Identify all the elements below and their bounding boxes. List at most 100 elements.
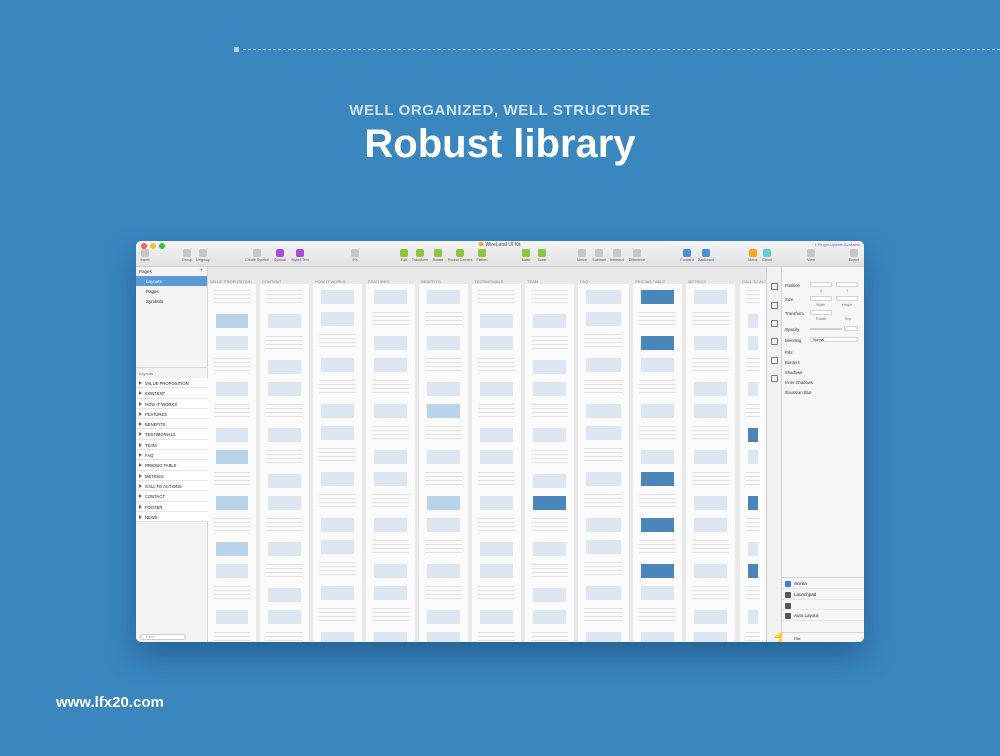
layout-block <box>427 496 460 510</box>
layer-item[interactable]: VALUE PROPOSITION <box>136 378 208 389</box>
text-placeholder <box>639 494 676 510</box>
layout-block <box>374 450 407 464</box>
text-placeholder <box>478 290 515 306</box>
view-button[interactable]: View <box>799 249 823 262</box>
artboard[interactable] <box>419 284 468 642</box>
layer-filter-input[interactable]: Filter <box>140 634 186 640</box>
layout-block <box>321 472 354 486</box>
layout-block <box>268 496 301 510</box>
canvas[interactable]: VALUE PROPOSITION CONTENT HOW IT WORKS FEAT… <box>208 267 766 642</box>
layout-block <box>374 358 407 372</box>
artboard[interactable] <box>313 284 362 642</box>
blending-select[interactable]: Normal <box>810 337 858 342</box>
width-field[interactable] <box>810 296 832 301</box>
opacity-slider[interactable] <box>810 328 842 330</box>
plugin-update-notice[interactable]: 1 Plugin Update Available <box>814 242 860 247</box>
layer-item[interactable]: TEAM <box>136 439 208 451</box>
add-page-icon[interactable]: + <box>199 268 203 274</box>
file-info[interactable]: File <box>782 632 864 642</box>
text-placeholder <box>425 312 462 328</box>
layer-item[interactable]: BENEFITS <box>136 419 208 430</box>
artboard[interactable] <box>633 284 682 642</box>
backward-button[interactable]: Backward <box>694 249 718 262</box>
text-placeholder <box>425 540 462 556</box>
ungroup-button[interactable]: Ungroup <box>191 249 215 262</box>
blending-label: Blending <box>785 338 802 343</box>
styled-text-button[interactable]: Styled Text <box>288 249 312 262</box>
plugin-item-anima[interactable]: Anima <box>782 578 864 589</box>
lightning-icon[interactable]: ⚡ <box>771 627 791 642</box>
zoom-control[interactable]: 9% <box>343 249 367 262</box>
scale-button[interactable]: Scale <box>530 249 554 262</box>
export-button[interactable]: Export <box>842 249 864 262</box>
round-corners-button[interactable]: Round Corners <box>448 249 472 262</box>
difference-button[interactable]: Difference <box>625 249 649 262</box>
text-placeholder <box>425 472 462 488</box>
layout-block <box>427 382 460 396</box>
plugin-item-auto-layout[interactable]: Auto Layout <box>782 610 864 621</box>
layout-block <box>268 542 301 556</box>
layout-block <box>641 472 674 486</box>
create-symbol-button[interactable]: Create Symbol <box>245 249 269 262</box>
artboard[interactable] <box>578 284 629 642</box>
layer-item[interactable]: FEATURES <box>136 408 208 420</box>
layer-item[interactable]: TESTIMONIALS <box>136 429 208 440</box>
cloud-button[interactable]: Cloud <box>755 249 779 262</box>
rotate-field[interactable] <box>810 310 832 315</box>
artboard[interactable] <box>260 284 309 642</box>
layout-block <box>586 632 621 642</box>
artboard[interactable] <box>740 284 766 642</box>
inspect-icon[interactable] <box>771 320 778 327</box>
mask-icon <box>522 249 530 257</box>
layer-item[interactable]: NEWS <box>136 511 208 523</box>
text-placeholder <box>214 290 250 306</box>
layout-block <box>694 518 727 532</box>
layer-item[interactable]: PRICING TABLE <box>136 460 208 471</box>
view-icon <box>807 249 815 257</box>
artboard[interactable] <box>525 284 574 642</box>
layer-item[interactable]: FOOTER <box>136 501 208 512</box>
layout-block <box>427 518 460 532</box>
plugin-item-launchpad[interactable]: Launchpad <box>782 589 864 600</box>
resize-icon[interactable] <box>771 375 778 382</box>
flatten-button[interactable]: Flatten <box>470 249 494 262</box>
layout-block <box>748 496 758 510</box>
insert-button[interactable]: Insert <box>136 249 157 262</box>
artboard[interactable] <box>208 284 256 642</box>
text-placeholder <box>478 358 515 374</box>
layer-item[interactable]: CONTACT <box>136 491 208 502</box>
artboard[interactable] <box>366 284 415 642</box>
layout-block <box>374 290 407 304</box>
x-field[interactable] <box>810 282 832 287</box>
text-placeholder <box>372 540 409 556</box>
prototype-icon[interactable] <box>771 338 778 345</box>
layer-item[interactable]: CONTENT <box>136 388 208 399</box>
page-item-symbols[interactable]: Symbols <box>136 296 207 306</box>
layout-block <box>480 428 513 442</box>
page-item-layouts[interactable]: Layouts <box>136 276 207 286</box>
text-placeholder <box>584 334 623 350</box>
layout-block <box>694 404 727 418</box>
layer-item[interactable]: METRICS <box>136 470 208 481</box>
rotate-button[interactable]: Rotate <box>426 249 450 262</box>
layer-item[interactable]: FAQ <box>136 450 208 461</box>
layer-item[interactable]: CALL TO ACTIONS <box>136 480 208 492</box>
layout-block <box>216 496 248 510</box>
text-placeholder <box>746 586 760 602</box>
align-icon[interactable] <box>771 283 778 290</box>
layer-item[interactable]: HOW IT WORKS <box>136 398 208 409</box>
height-field[interactable] <box>836 296 858 301</box>
artboard[interactable] <box>472 284 521 642</box>
website-url[interactable]: www.lfx20.com <box>56 694 164 711</box>
artboard[interactable] <box>686 284 735 642</box>
opacity-field[interactable] <box>844 326 858 331</box>
page-item-pages[interactable]: Pages <box>136 286 207 296</box>
library-icon[interactable] <box>771 357 778 364</box>
layout-block <box>321 290 354 304</box>
layout-block <box>748 542 758 556</box>
group-icon <box>183 249 191 257</box>
share-icon[interactable] <box>771 302 778 309</box>
borders-label: Borders <box>785 360 800 365</box>
pages-heading: Pages <box>139 269 152 274</box>
y-field[interactable] <box>836 282 858 287</box>
